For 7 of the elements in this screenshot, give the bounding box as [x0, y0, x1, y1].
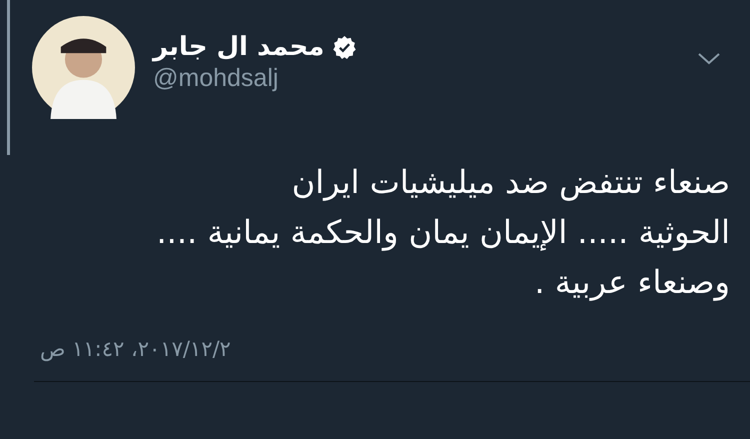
author-handle[interactable]: @mohdsalj: [153, 64, 358, 93]
tweet-timestamp: ٢٠١٧/١٢/٢، ١١:٤٢ ص: [40, 337, 231, 361]
tweet-text-line: صنعاء تنتفض ضد ميليشيات ايران: [292, 162, 730, 203]
tweet-text-line: وصنعاء عربية .: [534, 262, 730, 303]
author-name: محمد ال جابر: [153, 32, 324, 62]
tweet-text-line: الحوثية ..... الإيمان يمان والحكمة يمانية ....: [156, 212, 730, 253]
chevron-down-icon[interactable]: [698, 52, 720, 64]
